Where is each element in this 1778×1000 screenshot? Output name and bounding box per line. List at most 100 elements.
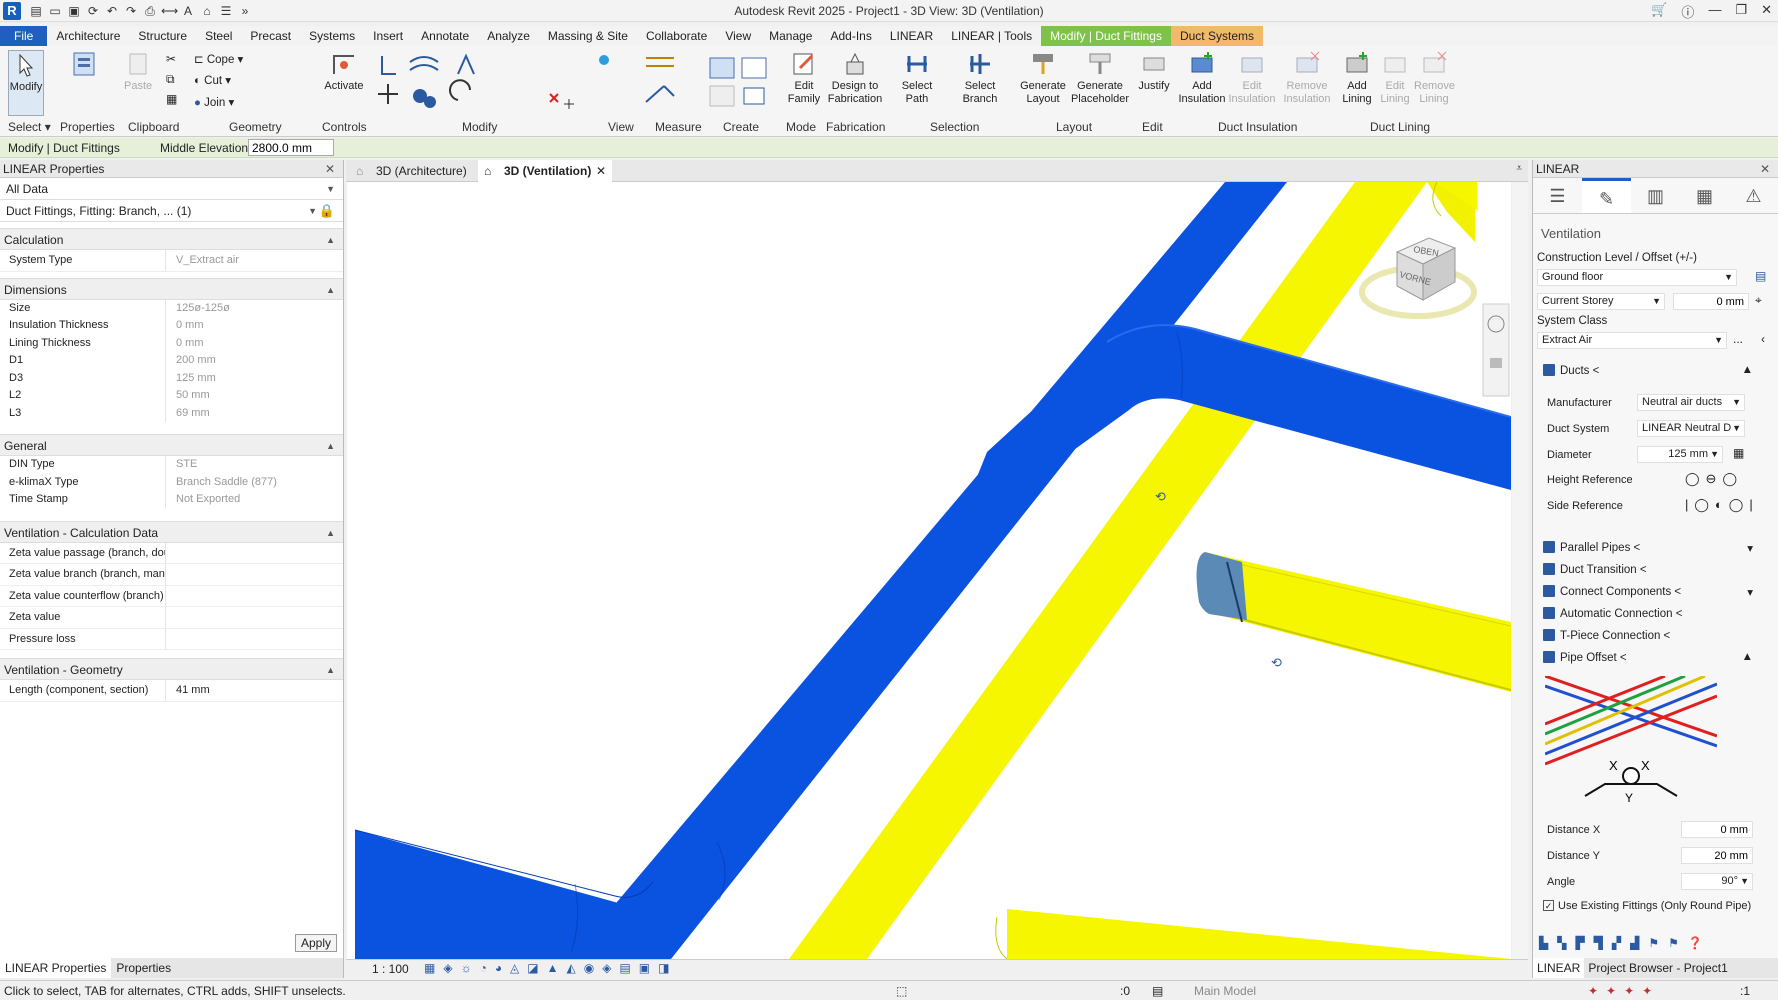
navigation-bar[interactable] [1482,303,1510,397]
tab-massing-site[interactable]: Massing & Site [539,26,637,46]
tab-collaborate[interactable]: Collaborate [637,26,716,46]
tab-annotate[interactable]: Annotate [412,26,478,46]
columns-icon[interactable]: ▥ [1631,178,1680,213]
diameter-dropdown[interactable]: 125 mm ▼ [1637,446,1723,463]
tabs-overflow-icon[interactable]: ⩡ [1516,163,1522,174]
join-button[interactable]: ● Join ▾ [194,95,234,109]
selection-filter-icons[interactable]: ✦✦✦✦ [1588,984,1660,998]
section-dimensions[interactable]: Dimensions ▲ [0,277,343,300]
remove-lining-button[interactable]: Remove Lining [1414,50,1455,106]
edit-icon[interactable]: ✎ [1582,178,1631,213]
cut-button[interactable]: ◐ Cut ▾ [194,73,231,87]
collapse-left-icon[interactable]: ‹ [1761,332,1765,346]
restore-icon[interactable]: ❐ [1735,2,1747,21]
angle-dropdown[interactable]: 90° ▼ [1681,873,1753,890]
paste-button[interactable]: Paste [124,50,152,93]
cart-icon[interactable]: 🛒 [1651,2,1667,21]
blue-duct-upper-branch[interactable] [975,325,1511,501]
tab-add-ins[interactable]: Add-Ins [821,26,880,46]
cut-icon[interactable]: ✂ [166,52,182,68]
type-properties-button[interactable] [64,50,104,80]
height-reference-options[interactable]: ◯⊖◯ [1685,471,1743,487]
design-to-fabrication-button[interactable]: Design to Fabrication [826,50,884,106]
system-type-value[interactable]: V_Extract air [166,250,343,271]
tab-manage[interactable]: Manage [760,26,821,46]
modify-button[interactable]: Modify [8,50,44,116]
type-selector[interactable]: Duct Fittings, Fitting: Branch, ... (1) ▼… [0,200,343,222]
match-icon[interactable]: ▦ [166,92,182,108]
view-scale[interactable]: 1 : 100 [372,962,409,976]
use-existing-fittings-checkbox[interactable]: ✓ Use Existing Fittings (Only Round Pipe) [1543,900,1753,913]
offset-input[interactable] [1673,293,1749,310]
rotate-handle-icon[interactable]: ⟲ [1155,489,1166,504]
activate-button[interactable]: Activate [322,50,366,93]
more-options-icon[interactable]: ... [1733,332,1743,346]
edit-family-button[interactable]: Edit Family [786,50,822,106]
design-options-zero[interactable]: :0 [1120,984,1130,998]
menu-icon[interactable]: ☰ [1533,178,1582,213]
close-icon[interactable]: ✕ [1760,160,1770,178]
view-control-icons[interactable]: ▦◈☼◔◕◬◪▲◭◉◈▤▣◨ [424,961,677,975]
tab-structure[interactable]: Structure [129,26,196,46]
apply-button[interactable]: Apply [295,934,337,952]
tab-analyze[interactable]: Analyze [478,26,539,46]
tab-3d-architecture[interactable]: ⌂ 3D (Architecture) [350,160,476,182]
viewport-scrollbar[interactable] [1512,182,1528,959]
pipe-offset-section[interactable]: Pipe Offset < ▲ [1543,651,1753,664]
section-ventilation-calc[interactable]: Ventilation - Calculation Data ▲ [0,520,343,543]
calculator-icon[interactable]: ▦ [1733,446,1744,460]
yellow-duct-bottom[interactable] [1007,909,1511,959]
level-dropdown[interactable]: Ground floor ▼ [1537,269,1737,286]
close-icon[interactable]: ✕ [325,160,335,178]
viewcube[interactable]: OBEN VORNE [1359,237,1477,319]
warning-icon[interactable]: ⚠ [1729,178,1778,213]
worksets-icon[interactable]: ⬚ [896,984,907,998]
tab-properties[interactable]: Properties [111,958,176,978]
tab-modify-duct-fittings[interactable]: Modify | Duct Fittings [1041,26,1171,46]
add-lining-button[interactable]: Add Lining [1338,50,1376,106]
section-calculation[interactable]: Calculation ▲ [0,228,343,250]
tab-duct-systems[interactable]: Duct Systems [1170,26,1263,46]
minimize-icon[interactable]: — [1708,2,1721,21]
tab-project-browser[interactable]: Project Browser - Project1 [1584,958,1731,978]
tab-precast[interactable]: Precast [241,26,300,46]
tab-insert[interactable]: Insert [364,26,412,46]
duct-system-dropdown[interactable]: LINEAR Neutral D ▼ [1637,420,1745,437]
view-measure-icons[interactable] [594,52,704,118]
section-ventilation-geometry[interactable]: Ventilation - Geometry ▲ [0,658,343,680]
tpiece-section[interactable]: T-Piece Connection < [1543,629,1753,642]
side-reference-options[interactable]: |◯◐◯| [1685,497,1759,513]
connect-components-section[interactable]: Connect Components < ▾ [1543,585,1753,599]
linear-tool-icons[interactable]: ▙▚▛▜▞▟⚑⚑❓ [1539,936,1712,950]
storey-dropdown[interactable]: Current Storey ▼ [1537,293,1665,310]
tab-file[interactable]: File [0,26,48,46]
tab-linear-properties[interactable]: LINEAR Properties [0,958,112,978]
select-path-button[interactable]: Select Path [890,50,944,106]
remove-insulation-button[interactable]: Remove Insulation [1280,50,1334,106]
middle-elevation-input[interactable] [248,139,334,156]
duct-model[interactable]: ⟲ ⟲ OBEN VORNE [347,182,1511,959]
filter-dropdown[interactable]: All Data ▼ [0,178,343,200]
help-icon[interactable]: ⓘ [1681,2,1694,21]
create-icons[interactable] [706,52,778,118]
copy-icon[interactable]: ⧉ [166,72,182,88]
tab-systems[interactable]: Systems [300,26,364,46]
tab-linear[interactable]: LINEAR [1533,958,1585,978]
cope-button[interactable]: ⊏ Cope ▾ [194,52,243,66]
tab-architecture[interactable]: Architecture [47,26,129,46]
edit-lining-button[interactable]: Edit Lining [1378,50,1412,106]
lock-icon[interactable]: 🔒 [319,200,335,222]
level-icon[interactable]: ▤ [1755,269,1766,283]
tab-view[interactable]: View [716,26,760,46]
tab-linear[interactable]: LINEAR [881,26,942,46]
tab-steel[interactable]: Steel [196,26,241,46]
system-class-dropdown[interactable]: Extract Air ▼ [1537,332,1727,349]
section-general[interactable]: General ▲ [0,434,343,456]
tab-linear-tools[interactable]: LINEAR | Tools [942,26,1041,46]
justify-button[interactable]: Justify [1134,50,1174,93]
select-branch-button[interactable]: Select Branch [946,50,1014,106]
rotate-handle-icon[interactable]: ⟲ [1271,655,1282,670]
yellow-duct-main[interactable] [789,182,1427,959]
automatic-connection-section[interactable]: Automatic Connection < [1543,607,1753,620]
pick-icon[interactable]: ⌖ [1755,293,1762,308]
